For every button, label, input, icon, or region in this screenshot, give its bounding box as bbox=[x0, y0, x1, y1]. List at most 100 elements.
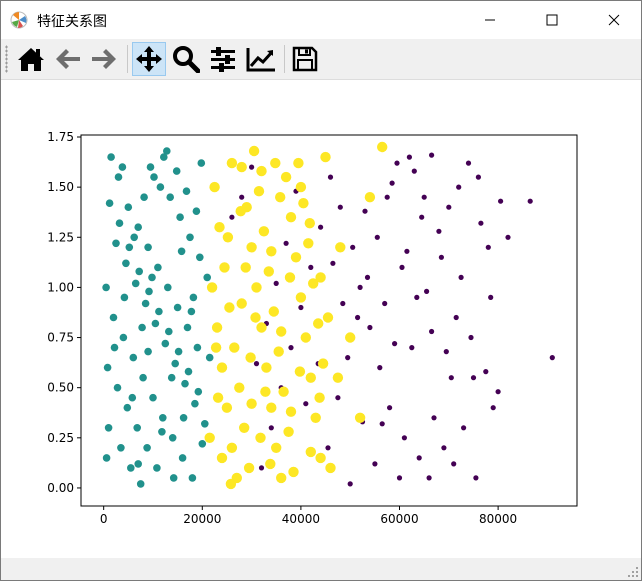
scatter-point bbox=[212, 392, 224, 403]
sliders-icon bbox=[211, 47, 235, 72]
scatter-point bbox=[174, 347, 183, 356]
scatter-point bbox=[458, 274, 464, 280]
scatter-point bbox=[473, 475, 479, 481]
pan-button[interactable] bbox=[132, 42, 166, 76]
home-icon bbox=[18, 48, 44, 71]
scatter-point bbox=[340, 300, 346, 307]
scatter-point bbox=[149, 393, 157, 402]
toolbar-separator bbox=[127, 45, 128, 73]
scatter-point bbox=[188, 474, 197, 482]
toolbar-grip[interactable] bbox=[5, 45, 8, 73]
scatter-point bbox=[114, 173, 123, 181]
scatter-point bbox=[298, 304, 304, 311]
scatter-point bbox=[362, 208, 368, 214]
resize-grip-icon[interactable] bbox=[627, 566, 639, 578]
scatter-point bbox=[308, 264, 314, 270]
scatter-point bbox=[250, 312, 261, 323]
scatter-point bbox=[239, 194, 245, 200]
toolbar-separator bbox=[284, 45, 285, 73]
scatter-point bbox=[235, 206, 246, 217]
scatter-point bbox=[136, 480, 145, 488]
maximize-icon bbox=[546, 14, 558, 26]
scatter-plot[interactable]: 0 20000 40000 60000 80000 0.00 0.25 0.50 0.75 1.… bbox=[1, 80, 641, 558]
scatter-point bbox=[226, 442, 238, 453]
scatter-point bbox=[203, 273, 211, 282]
navigation-toolbar bbox=[1, 39, 641, 80]
scatter-point bbox=[436, 228, 442, 234]
scatter-point bbox=[448, 375, 454, 381]
scatter-point bbox=[158, 428, 166, 436]
scatter-point bbox=[416, 455, 422, 461]
scatter-point bbox=[255, 432, 266, 443]
scatter-point bbox=[196, 253, 204, 262]
floppy-disk-icon bbox=[292, 46, 318, 72]
scatter-point bbox=[134, 223, 142, 231]
scatter-point bbox=[389, 180, 395, 186]
scatter-point bbox=[284, 272, 296, 283]
application-window: 特征关系图 0 20000 40000 60000 80000 0.00 0.2… bbox=[0, 0, 642, 581]
scatter-point bbox=[225, 478, 237, 490]
scatter-point bbox=[145, 287, 153, 296]
scatter-point bbox=[317, 358, 329, 369]
configure-subplots-button[interactable] bbox=[206, 42, 240, 76]
scatter-point bbox=[315, 272, 326, 283]
scatter-point bbox=[166, 193, 174, 201]
minimize-button[interactable] bbox=[467, 1, 513, 39]
scatter-point bbox=[406, 154, 412, 160]
scatter-point bbox=[216, 362, 228, 373]
scatter-point bbox=[275, 192, 286, 203]
edit-axis-button[interactable] bbox=[244, 42, 278, 76]
home-button[interactable] bbox=[14, 42, 48, 76]
scatter-point bbox=[153, 464, 161, 472]
scatter-point bbox=[159, 414, 167, 422]
close-button[interactable] bbox=[591, 1, 637, 39]
maximize-button[interactable] bbox=[529, 1, 575, 39]
scatter-point bbox=[384, 194, 390, 200]
scatter-point bbox=[248, 145, 260, 157]
scatter-point bbox=[327, 174, 334, 180]
scatter-point bbox=[105, 199, 114, 207]
scatter-point bbox=[134, 460, 142, 468]
scatter-point bbox=[409, 345, 415, 351]
forward-button[interactable] bbox=[87, 42, 121, 76]
scatter-point bbox=[335, 395, 341, 401]
scatter-point bbox=[258, 226, 270, 237]
x-tick-label: 60000 bbox=[380, 512, 418, 526]
scatter-point bbox=[438, 254, 444, 260]
scatter-point bbox=[310, 412, 321, 423]
scatter-point bbox=[268, 425, 274, 431]
scatter-point bbox=[421, 194, 427, 200]
scatter-point bbox=[177, 247, 186, 256]
scatter-point bbox=[169, 474, 178, 482]
scatter-point bbox=[204, 432, 215, 443]
scatter-point bbox=[335, 242, 346, 253]
scatter-point bbox=[288, 466, 299, 478]
matplotlib-app-icon bbox=[10, 11, 28, 29]
zoom-button[interactable] bbox=[169, 42, 203, 76]
scatter-point bbox=[367, 324, 373, 331]
scatter-point bbox=[394, 160, 400, 166]
scatter-point bbox=[245, 352, 256, 363]
scatter-point bbox=[143, 444, 151, 452]
x-tick-label: 20000 bbox=[183, 512, 221, 526]
scatter-point bbox=[219, 262, 230, 273]
scatter-point bbox=[144, 243, 152, 252]
scatter-point bbox=[110, 343, 119, 352]
scatter-point bbox=[161, 339, 170, 348]
scatter-point bbox=[240, 262, 251, 273]
scatter-point bbox=[234, 382, 245, 393]
scatter-point bbox=[186, 233, 194, 242]
scatter-point bbox=[125, 243, 134, 252]
save-button[interactable] bbox=[288, 42, 322, 76]
scatter-point bbox=[456, 184, 462, 190]
scatter-point bbox=[446, 204, 452, 210]
scatter-point bbox=[193, 343, 202, 352]
scatter-point bbox=[172, 167, 181, 175]
scatter-point bbox=[201, 420, 209, 428]
scatter-point bbox=[130, 233, 138, 242]
back-button[interactable] bbox=[51, 42, 85, 76]
scatter-point bbox=[103, 363, 112, 372]
scatter-point bbox=[266, 246, 277, 257]
scatter-point bbox=[216, 452, 228, 464]
figure-canvas[interactable]: 0 20000 40000 60000 80000 0.00 0.25 0.50 0.75 1.… bbox=[1, 80, 641, 558]
